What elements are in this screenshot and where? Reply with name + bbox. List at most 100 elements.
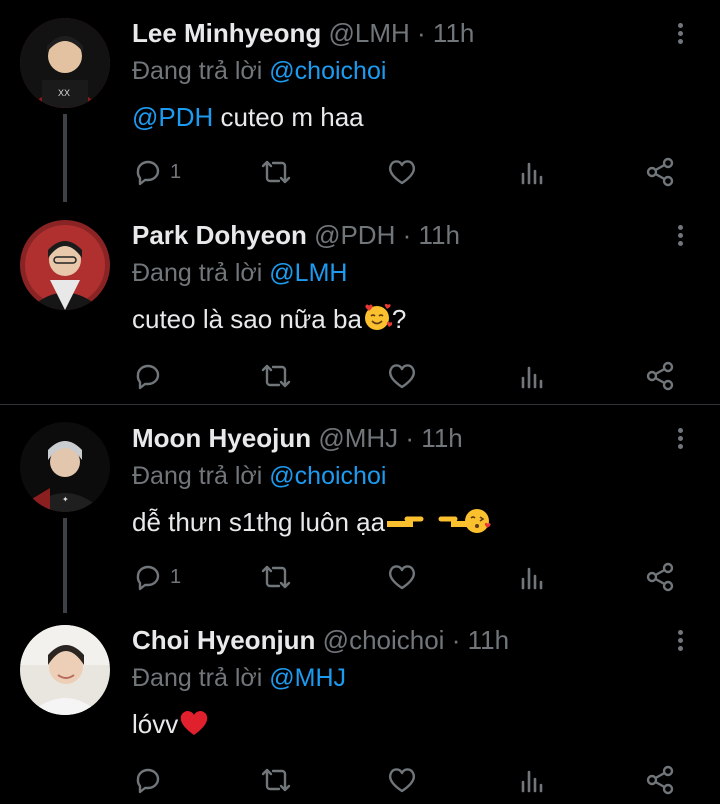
reply-button[interactable]: 1 [132,557,181,597]
share-icon [646,361,674,391]
retweet-icon [261,565,291,589]
reply-icon [136,565,160,591]
replying-to-label: Đang trả lời [132,259,263,287]
replying-to-label: Đang trả lời [132,462,263,490]
heart-icon [388,160,416,185]
retweet-button[interactable] [260,760,292,800]
like-button[interactable] [386,152,418,192]
username[interactable]: @choichoi [323,625,445,655]
separator-dot: · [402,220,412,250]
tweet-choi-hyeonjun[interactable]: Choi Hyeonjun @choichoi · 11h Đang trả l… [0,607,720,804]
replying-to: Đang trả lời @choichoi [132,56,386,86]
reply-icon [136,160,160,186]
heart-icon [388,565,416,590]
share-icon [646,765,674,795]
analytics-button[interactable] [516,356,548,396]
display-name[interactable]: Park Dohyeon [132,220,307,250]
separator-dot: · [451,625,461,655]
replying-to-mention[interactable]: @MHJ [269,664,346,692]
share-icon [646,157,674,187]
text-body: lóvv [132,709,179,739]
username[interactable]: @LMH [328,18,409,48]
separator-dot: · [417,18,426,48]
action-bar [0,356,720,396]
like-button[interactable] [386,760,418,800]
separator-dot: · [405,423,415,453]
text-body: cuteo là sao nữa ba [132,304,362,334]
reply-button[interactable] [132,356,170,396]
timestamp[interactable]: 11h [468,625,509,655]
avatar[interactable] [20,220,110,310]
replying-to: Đang trả lời @choichoi [132,461,386,491]
tweet-text: lóvv [132,707,210,745]
tweet-header: Moon Hyeojun @MHJ · 11h [132,423,660,453]
retweet-icon [261,364,291,388]
analytics-icon [521,366,543,389]
more-options-icon[interactable] [670,20,690,50]
analytics-icon [521,162,543,185]
analytics-button[interactable] [516,760,548,800]
reply-count: 1 [170,160,182,183]
red-heart-emoji [178,707,210,745]
pointing-hands-kiss-emoji [385,505,493,543]
text-body: cuteo m haa [213,102,364,132]
reply-icon [136,768,160,794]
avatar[interactable]: ✦ [20,422,110,512]
reply-button[interactable] [132,760,170,800]
share-button[interactable] [644,760,676,800]
action-bar: 1 [0,152,720,192]
share-button[interactable] [644,557,676,597]
more-options-icon[interactable] [670,222,690,252]
retweet-icon [261,160,291,184]
timestamp[interactable]: 11h [421,423,462,453]
tweet-moon-hyeojun[interactable]: ✦ Moon Hyeojun @MHJ · 11h Đang trả lời @… [0,405,720,613]
reply-count: 1 [170,565,182,588]
display-name[interactable]: Lee Minhyeong [132,18,321,48]
share-button[interactable] [644,356,676,396]
like-button[interactable] [386,557,418,597]
username[interactable]: @MHJ [318,423,398,453]
action-bar: 1 [0,557,720,597]
analytics-icon [521,770,543,793]
tweet-text: @PDH cuteo m haa [132,100,364,134]
retweet-button[interactable] [260,152,292,192]
tweet-park-dohyeon[interactable]: Park Dohyeon @PDH · 11h Đang trả lời @LM… [0,202,720,404]
analytics-button[interactable] [516,152,548,192]
text-mention[interactable]: @PDH [132,102,213,132]
heart-icon [388,364,416,389]
action-bar [0,760,720,800]
text-suffix: ? [391,304,407,334]
retweet-icon [261,768,291,792]
replying-to-mention[interactable]: @choichoi [269,57,386,85]
username[interactable]: @PDH [314,220,395,250]
share-button[interactable] [644,152,676,192]
display-name[interactable]: Moon Hyeojun [132,423,311,453]
replying-to: Đang trả lời @MHJ [132,663,346,693]
like-button[interactable] [386,356,418,396]
tweet-header: Lee Minhyeong @LMH · 11h [132,18,660,48]
reply-icon [136,364,160,390]
retweet-button[interactable] [260,557,292,597]
svg-text:✦: ✦ [62,495,69,504]
share-icon [646,562,674,592]
avatar-image: ✦ [20,422,110,512]
avatar[interactable] [20,625,110,715]
analytics-button[interactable] [516,557,548,597]
display-name[interactable]: Choi Hyeonjun [132,625,315,655]
replying-to-mention[interactable]: @choichoi [269,462,386,490]
timestamp[interactable]: 11h [433,18,474,48]
avatar[interactable]: XX [20,18,110,108]
timestamp[interactable]: 11h [419,220,460,250]
avatar-image: XX [20,18,110,108]
retweet-button[interactable] [260,356,292,396]
reply-button[interactable]: 1 [132,152,181,192]
more-options-icon[interactable] [670,425,690,455]
replying-to-label: Đang trả lời [132,664,263,692]
avatar-image [20,220,110,310]
replying-to-mention[interactable]: @LMH [269,259,347,287]
tweet-text: dễ thưn s1thg luôn ạa [132,505,493,543]
tweet-header: Park Dohyeon @PDH · 11h [132,220,660,250]
more-options-icon[interactable] [670,627,690,657]
tweet-lee-minhyeong[interactable]: XX Lee Minhyeong @LMH · 11h Đang trả lời… [0,0,720,202]
smiling-face-with-hearts-emoji [362,302,393,340]
